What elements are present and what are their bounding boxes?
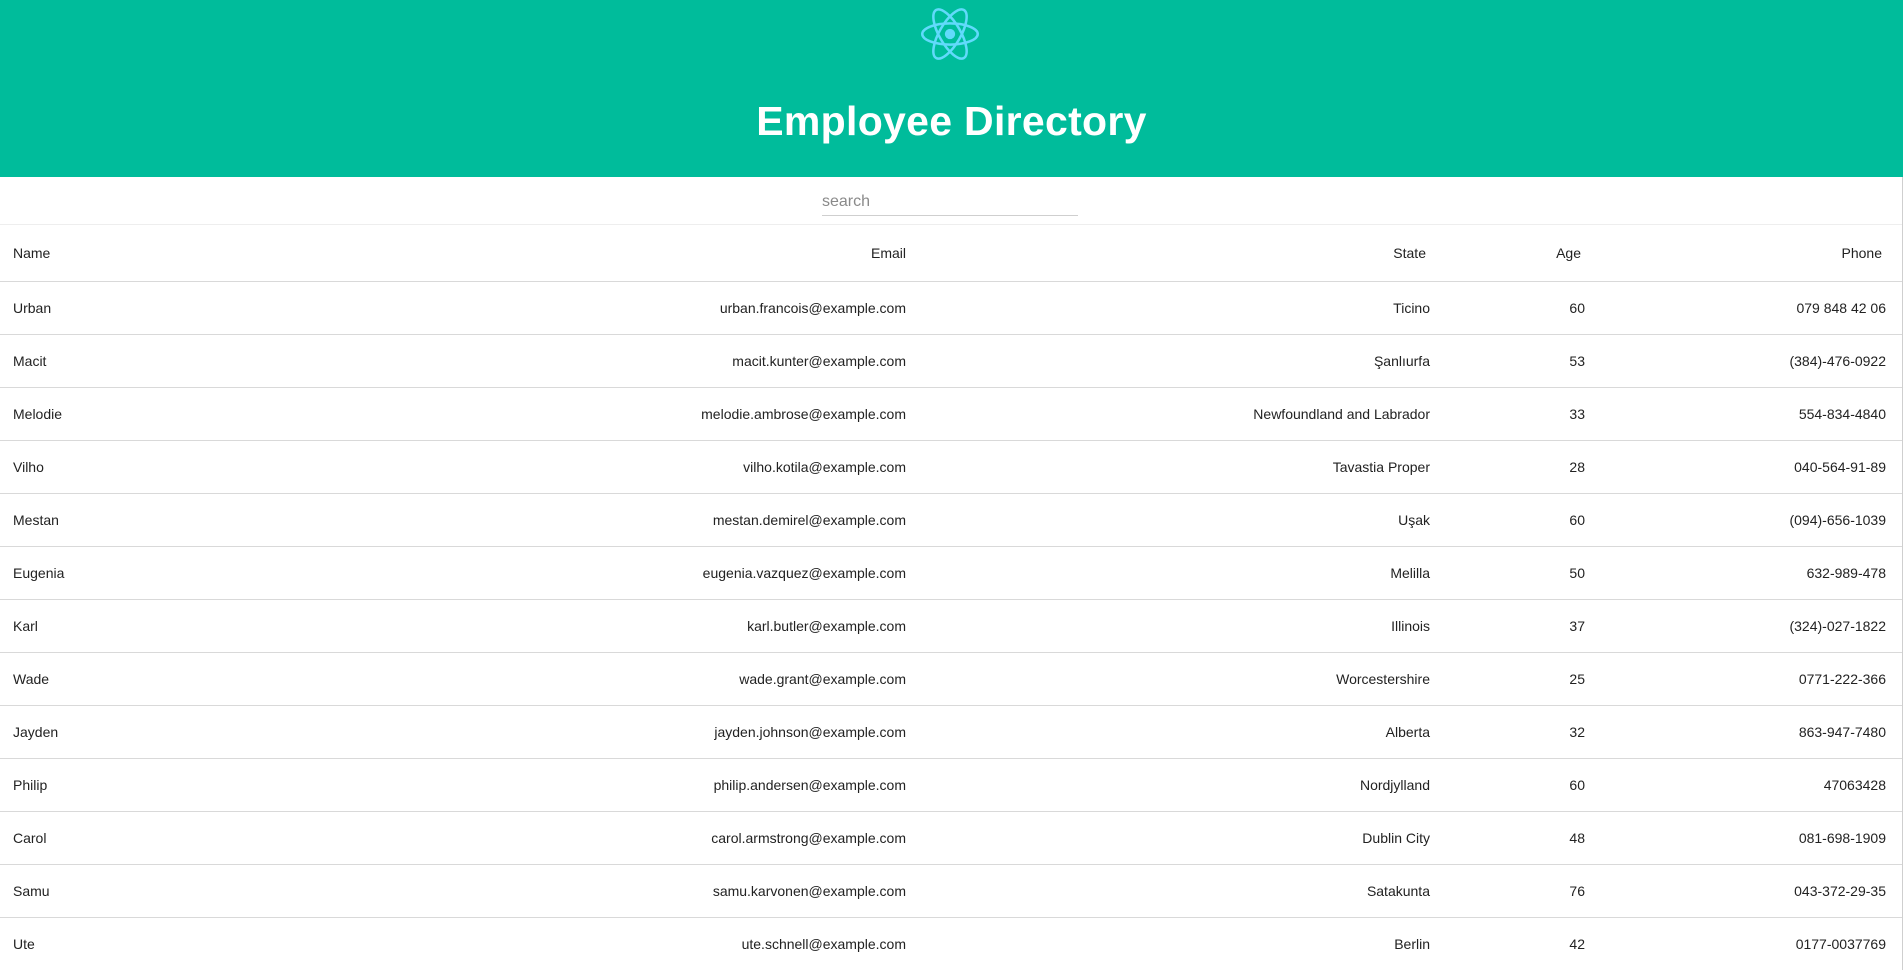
cell-email: macit.kunter@example.com (573, 334, 906, 388)
cell-name: Carol (0, 811, 573, 865)
cell-email: ute.schnell@example.com (573, 917, 906, 970)
employee-table: Name Email State Age Phone Urban urban.fr… (0, 225, 1903, 970)
cell-phone: 47063428 (1585, 758, 1903, 812)
column-header-name[interactable]: Name (0, 225, 573, 282)
cell-phone: 040-564-91-89 (1585, 440, 1903, 494)
table-row[interactable]: Melodie melodie.ambrose@example.com Newfou… (0, 387, 1903, 441)
cell-email: karl.butler@example.com (573, 599, 906, 653)
cell-state: Worcestershire (906, 652, 1430, 706)
cell-phone: (384)-476-0922 (1585, 334, 1903, 388)
cell-state: Tavastia Proper (906, 440, 1430, 494)
cell-age: 60 (1430, 281, 1585, 335)
cell-email: melodie.ambrose@example.com (573, 387, 906, 441)
cell-phone: 043-372-29-35 (1585, 864, 1903, 918)
cell-state: Alberta (906, 705, 1430, 759)
cell-age: 60 (1430, 758, 1585, 812)
cell-age: 32 (1430, 705, 1585, 759)
search-input[interactable] (822, 189, 1078, 216)
cell-email: wade.grant@example.com (573, 652, 906, 706)
table-row[interactable]: Vilho vilho.kotila@example.com Tavastia Pr… (0, 440, 1903, 494)
cell-phone: 0771-222-366 (1585, 652, 1903, 706)
cell-age: 28 (1430, 440, 1585, 494)
cell-name: Karl (0, 599, 573, 653)
cell-age: 50 (1430, 546, 1585, 600)
cell-name: Wade (0, 652, 573, 706)
cell-age: 37 (1430, 599, 1585, 653)
cell-email: samu.karvonen@example.com (573, 864, 906, 918)
cell-name: Philip (0, 758, 573, 812)
table-row[interactable]: Mestan mestan.demirel@example.com Uşak 60 (0… (0, 493, 1903, 547)
app-root: Employee Directory Name Email State Age … (0, 0, 1903, 970)
page-title: Employee Directory (756, 98, 1147, 144)
cell-email: jayden.johnson@example.com (573, 705, 906, 759)
cell-name: Urban (0, 281, 573, 335)
cell-age: 25 (1430, 652, 1585, 706)
cell-phone: 554-834-4840 (1585, 387, 1903, 441)
cell-state: Illinois (906, 599, 1430, 653)
cell-email: vilho.kotila@example.com (573, 440, 906, 494)
cell-name: Ute (0, 917, 573, 970)
cell-name: Jayden (0, 705, 573, 759)
react-atom-icon (921, 8, 979, 60)
table-row[interactable]: Wade wade.grant@example.com Worcestershire… (0, 652, 1903, 706)
table-row[interactable]: Eugenia eugenia.vazquez@example.com Melill… (0, 546, 1903, 600)
table-row[interactable]: Samu samu.karvonen@example.com Satakunta 76… (0, 864, 1903, 918)
cell-name: Mestan (0, 493, 573, 547)
cell-phone: 863-947-7480 (1585, 705, 1903, 759)
cell-state: Şanlıurfa (906, 334, 1430, 388)
table-header: Name Email State Age Phone (0, 225, 1903, 282)
table-row[interactable]: Karl karl.butler@example.com Illinois 37 (32… (0, 599, 1903, 653)
cell-phone: (324)-027-1822 (1585, 599, 1903, 653)
cell-name: Melodie (0, 387, 573, 441)
table-body: Urban urban.francois@example.com Ticino 60 0… (0, 281, 1903, 970)
cell-state: Newfoundland and Labrador (906, 387, 1430, 441)
cell-state: Dublin City (906, 811, 1430, 865)
table-header-row: Name Email State Age Phone (0, 225, 1903, 282)
cell-name: Samu (0, 864, 573, 918)
cell-age: 42 (1430, 917, 1585, 970)
cell-email: urban.francois@example.com (573, 281, 906, 335)
cell-phone: 632-989-478 (1585, 546, 1903, 600)
cell-email: eugenia.vazquez@example.com (573, 546, 906, 600)
cell-age: 48 (1430, 811, 1585, 865)
cell-state: Satakunta (906, 864, 1430, 918)
cell-state: Ticino (906, 281, 1430, 335)
cell-phone: 081-698-1909 (1585, 811, 1903, 865)
table-row[interactable]: Carol carol.armstrong@example.com Dublin C… (0, 811, 1903, 865)
cell-phone: (094)-656-1039 (1585, 493, 1903, 547)
table-row[interactable]: Macit macit.kunter@example.com Şanlıurfa 53… (0, 334, 1903, 388)
cell-name: Eugenia (0, 546, 573, 600)
cell-age: 53 (1430, 334, 1585, 388)
cell-email: philip.andersen@example.com (573, 758, 906, 812)
table-row[interactable]: Ute ute.schnell@example.com Berlin 42 0177-0… (0, 917, 1903, 970)
column-header-email[interactable]: Email (573, 225, 906, 282)
cell-name: Vilho (0, 440, 573, 494)
column-header-age[interactable]: Age (1430, 225, 1585, 282)
table-row[interactable]: Philip philip.andersen@example.com Nordjyl… (0, 758, 1903, 812)
column-header-phone[interactable]: Phone (1585, 225, 1903, 282)
app-header: Employee Directory (0, 0, 1903, 177)
cell-email: mestan.demirel@example.com (573, 493, 906, 547)
cell-age: 76 (1430, 864, 1585, 918)
cell-state: Uşak (906, 493, 1430, 547)
cell-phone: 079 848 42 06 (1585, 281, 1903, 335)
table-row[interactable]: Jayden jayden.johnson@example.com Alberta 3… (0, 705, 1903, 759)
search-bar (0, 177, 1903, 225)
cell-state: Berlin (906, 917, 1430, 970)
cell-age: 60 (1430, 493, 1585, 547)
cell-state: Nordjylland (906, 758, 1430, 812)
cell-phone: 0177-0037769 (1585, 917, 1903, 970)
cell-name: Macit (0, 334, 573, 388)
cell-state: Melilla (906, 546, 1430, 600)
cell-age: 33 (1430, 387, 1585, 441)
cell-email: carol.armstrong@example.com (573, 811, 906, 865)
column-header-state[interactable]: State (906, 225, 1430, 282)
table-row[interactable]: Urban urban.francois@example.com Ticino 60 0… (0, 281, 1903, 335)
